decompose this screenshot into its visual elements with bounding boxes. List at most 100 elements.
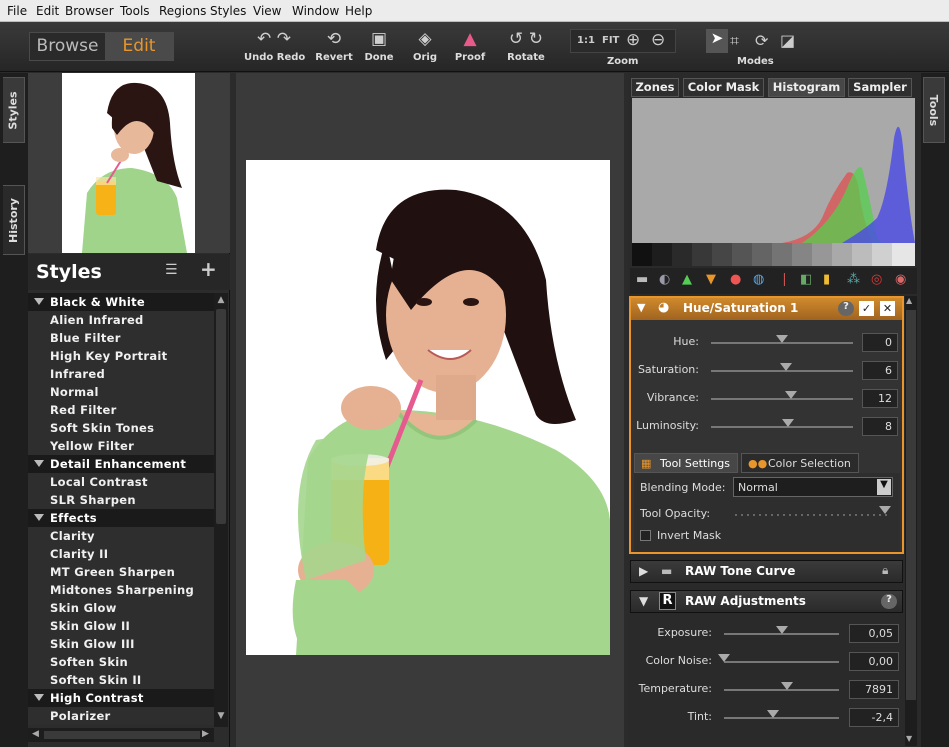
select-arrow-icon[interactable]: ➤ <box>706 29 728 53</box>
scroll-thumb[interactable] <box>216 309 226 524</box>
enable-checkbox[interactable]: ✓ <box>859 301 874 316</box>
contrast-icon[interactable]: ◐ <box>659 272 670 287</box>
invert-mask-checkbox[interactable] <box>640 530 651 541</box>
slider-thumb[interactable] <box>776 335 788 343</box>
style-item[interactable]: Local Contrast <box>28 473 214 491</box>
slider-thumb[interactable] <box>781 419 794 427</box>
menu-styles[interactable]: Styles <box>210 4 246 18</box>
slider-track[interactable] <box>724 661 839 663</box>
style-item[interactable]: Skin Glow <box>28 599 214 617</box>
scroll-down-icon[interactable]: ▼ <box>216 711 226 723</box>
crop-icon[interactable]: ⌗ <box>730 31 739 51</box>
slider-track[interactable] <box>711 398 853 400</box>
rotate-mode-icon[interactable]: ⟳ <box>755 31 768 50</box>
straighten-icon[interactable]: ◪ <box>780 31 795 50</box>
slider-value-input[interactable]: 7891 <box>849 680 899 699</box>
help-icon[interactable]: ? <box>881 594 897 609</box>
scroll-up-icon[interactable]: ▲ <box>216 295 226 307</box>
red-eye-icon[interactable]: ◉ <box>895 272 906 287</box>
menu-view[interactable]: View <box>253 4 281 18</box>
slider-value-input[interactable]: 0,05 <box>849 624 899 643</box>
style-item[interactable]: Infrared <box>28 365 214 383</box>
thermometer-icon[interactable]: ❘ <box>779 272 790 287</box>
tab-color-selection[interactable]: ●● Color Selection <box>741 453 859 473</box>
tool-opacity-thumb[interactable] <box>879 506 891 514</box>
menu-file[interactable]: File <box>7 4 27 18</box>
style-category[interactable]: High Contrast <box>28 689 214 707</box>
tools-vtab[interactable]: Tools <box>923 77 945 143</box>
edited-photo[interactable] <box>246 160 610 655</box>
color-wheel-icon[interactable]: ◍ <box>753 272 764 287</box>
scroll-right-icon[interactable]: ▶ <box>202 729 209 739</box>
style-item[interactable]: Blue Filter <box>28 329 214 347</box>
edit-tab[interactable]: Edit <box>105 33 173 60</box>
lock-icon[interactable]: 🔒︎ <box>882 563 888 578</box>
collapse-triangle-icon[interactable]: ▼ <box>639 594 648 608</box>
style-item[interactable]: Midtones Sharpening <box>28 581 214 599</box>
hue-saturation-header[interactable]: ▼ ◕ Hue/Saturation 1 ? ✓ ✕ <box>631 298 902 320</box>
style-item[interactable]: Soft Skin Tones <box>28 419 214 437</box>
hscroll-thumb[interactable] <box>44 731 200 739</box>
menu-help[interactable]: Help <box>345 4 372 18</box>
slider-thumb[interactable] <box>781 682 794 690</box>
slider-value-input[interactable]: 0 <box>862 333 898 352</box>
browse-tab[interactable]: Browse <box>30 33 105 60</box>
style-item[interactable]: SLR Sharpen <box>28 491 214 509</box>
slider-thumb[interactable] <box>780 363 793 371</box>
proof-button[interactable]: ▲ Proof <box>440 28 500 63</box>
mask-icon[interactable]: ◧ <box>800 272 812 287</box>
tab-tool-settings[interactable]: ▦ Tool Settings <box>634 453 738 473</box>
menu-edit[interactable]: Edit <box>36 4 59 18</box>
triangle-icon[interactable]: ▲ <box>682 272 692 287</box>
style-item[interactable]: Clarity <box>28 527 214 545</box>
undo-redo-button[interactable]: ↶ ↷ Undo Redo <box>244 28 305 63</box>
zoom-fit-button[interactable]: FIT <box>602 35 619 46</box>
collapse-triangle-icon[interactable]: ▼ <box>637 301 645 314</box>
chevron-down-icon[interactable]: ▼ <box>877 479 891 495</box>
target-icon[interactable]: ◎ <box>871 272 882 287</box>
style-item[interactable]: Soften Skin <box>28 653 214 671</box>
zoom-out-icon[interactable]: ⊖ <box>651 30 665 50</box>
menu-window[interactable]: Window <box>292 4 339 18</box>
style-category[interactable]: Effects <box>28 509 214 527</box>
zoom-in-icon[interactable]: ⊕ <box>626 30 640 50</box>
raw-adjustments-header[interactable]: ▼ R RAW Adjustments ? <box>630 590 903 613</box>
tab-sampler[interactable]: Sampler <box>848 78 912 97</box>
styles-vtab[interactable]: Styles <box>3 77 25 143</box>
style-item[interactable]: Yellow Filter <box>28 437 214 455</box>
tools-scrollbar[interactable]: ▲ ▼ <box>905 296 917 746</box>
style-item[interactable]: Soften Skin II <box>28 671 214 689</box>
style-item[interactable]: Clarity II <box>28 545 214 563</box>
slider-value-input[interactable]: 6 <box>862 361 898 380</box>
style-item[interactable]: Skin Glow II <box>28 617 214 635</box>
style-item[interactable]: MT Green Sharpen <box>28 563 214 581</box>
close-icon[interactable]: ✕ <box>880 301 895 316</box>
style-item[interactable]: High Key Portrait <box>28 347 214 365</box>
expand-triangle-icon[interactable]: ▶ <box>639 564 648 578</box>
tab-zones[interactable]: Zones <box>631 78 679 97</box>
slider-value-input[interactable]: 8 <box>862 417 898 436</box>
columns-icon[interactable]: ▮ <box>823 272 830 287</box>
scroll-thumb[interactable] <box>906 310 916 700</box>
add-style-icon[interactable]: + <box>200 257 217 281</box>
style-item[interactable]: Normal <box>28 383 214 401</box>
down-triangle-icon[interactable]: ▼ <box>706 272 716 287</box>
style-item[interactable]: Polarizer <box>28 707 214 725</box>
history-vtab[interactable]: History <box>3 185 25 255</box>
style-category[interactable]: Detail Enhancement <box>28 455 214 473</box>
rotate-button[interactable]: ↺ ↻ Rotate <box>496 28 556 63</box>
slider-thumb[interactable] <box>718 654 730 662</box>
menu-regions[interactable]: Regions <box>159 4 206 18</box>
scroll-down-icon[interactable]: ▼ <box>906 734 912 743</box>
raw-tone-curve-header[interactable]: ▶ ▬ RAW Tone Curve 🔒︎ <box>630 560 903 583</box>
tool-opacity-slider[interactable] <box>735 514 887 516</box>
slider-value-input[interactable]: 12 <box>862 389 898 408</box>
menu-tools[interactable]: Tools <box>120 4 150 18</box>
slider-thumb[interactable] <box>775 626 788 634</box>
help-icon[interactable]: ? <box>838 301 854 316</box>
noise-icon[interactable]: ⁂ <box>847 272 860 287</box>
slider-thumb[interactable] <box>784 391 797 399</box>
blending-mode-select[interactable]: Normal ▼ <box>733 477 893 497</box>
slider-track[interactable] <box>724 717 839 719</box>
style-list-menu-icon[interactable]: ☰ <box>165 262 178 278</box>
